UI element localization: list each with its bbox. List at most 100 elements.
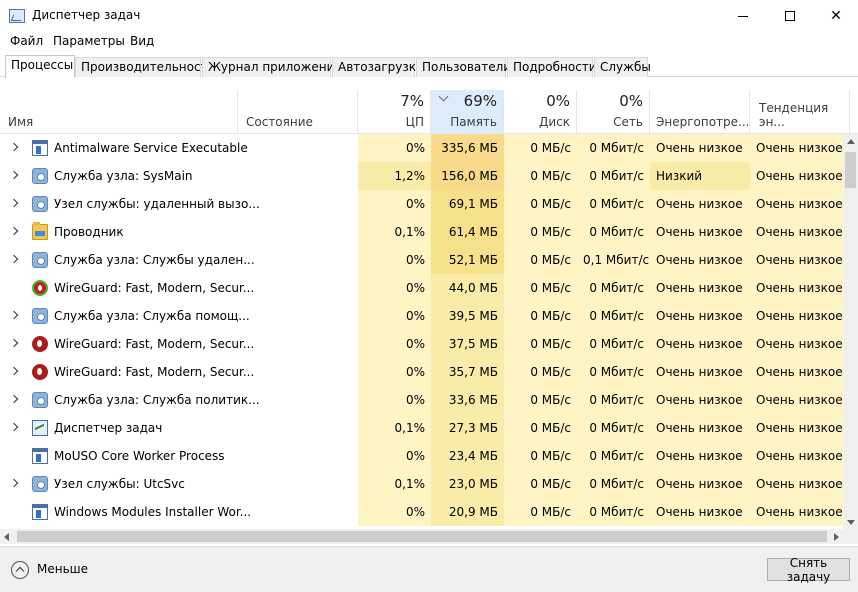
chevron-right-icon[interactable]: [9, 338, 19, 348]
gear-icon: [32, 308, 48, 324]
disk-cell: 0 МБ/с: [504, 162, 577, 190]
column-header-power[interactable]: Энергопотре...: [650, 90, 750, 134]
menu-file[interactable]: Файл: [10, 34, 43, 48]
memory-cell: 23,4 МБ: [431, 442, 504, 470]
chevron-right-icon[interactable]: [9, 310, 19, 320]
process-name: Диспетчер задач: [54, 421, 163, 435]
cpu-cell: 0,1%: [358, 218, 431, 246]
maximize-button[interactable]: [767, 0, 813, 32]
table-row[interactable]: Узел службы: UtcSvc 0,1% 23,0 МБ 0 МБ/с 0 Мб…: [0, 470, 843, 498]
tab-app-history[interactable]: Журнал приложений: [202, 57, 342, 77]
column-header-network[interactable]: 0% Сеть: [577, 90, 650, 134]
memory-cell: 335,6 МБ: [431, 134, 504, 162]
close-button[interactable]: ✕: [813, 0, 858, 32]
wireguard-icon: [32, 336, 48, 352]
menu-view[interactable]: Вид: [130, 34, 154, 48]
table-row[interactable]: Проводник 0,1% 61,4 МБ 0 МБ/с 0 Мбит/с Очень …: [0, 218, 843, 246]
vertical-scroll-thumb[interactable]: [845, 152, 856, 188]
chevron-right-icon[interactable]: [9, 254, 19, 264]
column-header-name[interactable]: Имя: [0, 90, 238, 134]
table-row[interactable]: Диспетчер задач 0,1% 27,3 МБ 0 МБ/с 0 Мбит/с…: [0, 414, 843, 442]
minimize-icon: [738, 15, 748, 17]
chevron-right-icon[interactable]: [9, 226, 19, 236]
table-row[interactable]: WireGuard: Fast, Modern, Secur... 0% 44,0 …: [0, 274, 843, 302]
power-cell: Очень низкое: [650, 246, 750, 274]
chevron-right-icon[interactable]: [9, 366, 19, 376]
minimize-button[interactable]: [720, 0, 766, 32]
network-cell: 0 Мбит/с: [577, 162, 650, 190]
scroll-right-icon[interactable]: [834, 533, 839, 541]
column-header-power-trend[interactable]: Тенденция эн...: [750, 90, 850, 134]
cpu-cell: 0%: [358, 134, 431, 162]
power-cell: Низкий: [650, 162, 750, 190]
column-header-cpu[interactable]: 7% ЦП: [358, 90, 431, 134]
cpu-cell: 0%: [358, 442, 431, 470]
tab-services[interactable]: Службы: [594, 57, 651, 77]
end-task-button[interactable]: Снять задачу: [767, 556, 850, 584]
memory-cell: 156,0 МБ: [431, 162, 504, 190]
horizontal-scroll-thumb[interactable]: [17, 531, 827, 542]
power-cell: Очень низкое: [650, 470, 750, 498]
network-cell: 0 Мбит/с: [577, 442, 650, 470]
table-row[interactable]: Antimalware Service Executable 0% 335,6 МБ…: [0, 134, 843, 162]
table-row[interactable]: Служба узла: SysMain 1,2% 156,0 МБ 0 МБ/с 0 …: [0, 162, 843, 190]
memory-cell: 44,0 МБ: [431, 274, 504, 302]
table-row[interactable]: Windows Modules Installer Wor... 0% 20,9 М…: [0, 498, 843, 526]
power-trend-cell: Очень низкое: [750, 330, 843, 358]
chevron-right-icon[interactable]: [9, 142, 19, 152]
chevron-right-icon[interactable]: [9, 394, 19, 404]
process-name: Служба узла: Службы удален...: [54, 253, 255, 267]
chevron-right-icon[interactable]: [9, 478, 19, 488]
table-row[interactable]: WireGuard: Fast, Modern, Secur... 0% 37,5 …: [0, 330, 843, 358]
vertical-scrollbar[interactable]: [843, 134, 858, 530]
horizontal-scrollbar[interactable]: [0, 529, 858, 544]
table-row[interactable]: Служба узла: Службы удален... 0% 52,1 МБ 0 …: [0, 246, 843, 274]
disk-cell: 0 МБ/с: [504, 218, 577, 246]
table-row[interactable]: MoUSO Core Worker Process 0% 23,4 МБ 0 МБ/с…: [0, 442, 843, 470]
tab-strip: Процессы Производительность Журнал прило…: [0, 55, 858, 78]
wireguard-icon: [32, 364, 48, 380]
chevron-up-circle-icon[interactable]: [11, 561, 29, 579]
memory-cell: 33,6 МБ: [431, 386, 504, 414]
power-trend-cell: Очень низкое: [750, 386, 843, 414]
chevron-right-icon[interactable]: [9, 422, 19, 432]
tab-performance[interactable]: Производительность: [75, 57, 215, 77]
menu-bar: Файл Параметры Вид: [0, 32, 858, 52]
disk-cell: 0 МБ/с: [504, 134, 577, 162]
network-cell: 0 Мбит/с: [577, 218, 650, 246]
table-row[interactable]: Узел службы: удаленный вызо... 0% 69,1 МБ 0…: [0, 190, 843, 218]
tab-startup[interactable]: Автозагрузка: [332, 57, 423, 77]
process-name: WireGuard: Fast, Modern, Secur...: [54, 281, 255, 295]
memory-cell: 69,1 МБ: [431, 190, 504, 218]
power-trend-cell: Очень низкое: [750, 274, 843, 302]
chevron-right-icon[interactable]: [9, 198, 19, 208]
disk-cell: 0 МБ/с: [504, 386, 577, 414]
column-header-status[interactable]: Состояние: [238, 90, 358, 134]
column-header-disk[interactable]: 0% Диск: [504, 90, 577, 134]
process-table: Имя Состояние 7% ЦП 69% Память 0% Диск 0…: [0, 90, 858, 530]
scroll-up-icon[interactable]: [847, 139, 855, 144]
memory-cell: 37,5 МБ: [431, 330, 504, 358]
tab-details[interactable]: Подробности: [507, 57, 597, 77]
table-row[interactable]: Служба узла: Служба помощ... 0% 39,5 МБ 0 М…: [0, 302, 843, 330]
power-cell: Очень низкое: [650, 414, 750, 442]
column-header-memory[interactable]: 69% Память: [431, 90, 504, 134]
memory-cell: 23,0 МБ: [431, 470, 504, 498]
power-cell: Очень низкое: [650, 358, 750, 386]
menu-options[interactable]: Параметры: [53, 34, 125, 48]
power-trend-cell: Очень низкое: [750, 302, 843, 330]
scroll-down-icon[interactable]: [847, 520, 855, 525]
scroll-left-icon[interactable]: [4, 533, 9, 541]
power-trend-cell: Очень низкое: [750, 414, 843, 442]
table-row[interactable]: WireGuard: Fast, Modern, Secur... 0% 35,7 …: [0, 358, 843, 386]
table-row[interactable]: Служба узла: Служба политик... 0% 33,6 МБ 0…: [0, 386, 843, 414]
fewer-details-link[interactable]: Меньше: [37, 562, 88, 576]
cpu-cell: 0%: [358, 302, 431, 330]
tab-processes[interactable]: Процессы: [5, 55, 75, 78]
network-total: 0%: [619, 92, 643, 110]
power-trend-cell: Очень низкое: [750, 358, 843, 386]
power-cell: Очень низкое: [650, 386, 750, 414]
tab-users[interactable]: Пользователи: [416, 57, 511, 77]
disk-cell: 0 МБ/с: [504, 190, 577, 218]
chevron-right-icon[interactable]: [9, 170, 19, 180]
